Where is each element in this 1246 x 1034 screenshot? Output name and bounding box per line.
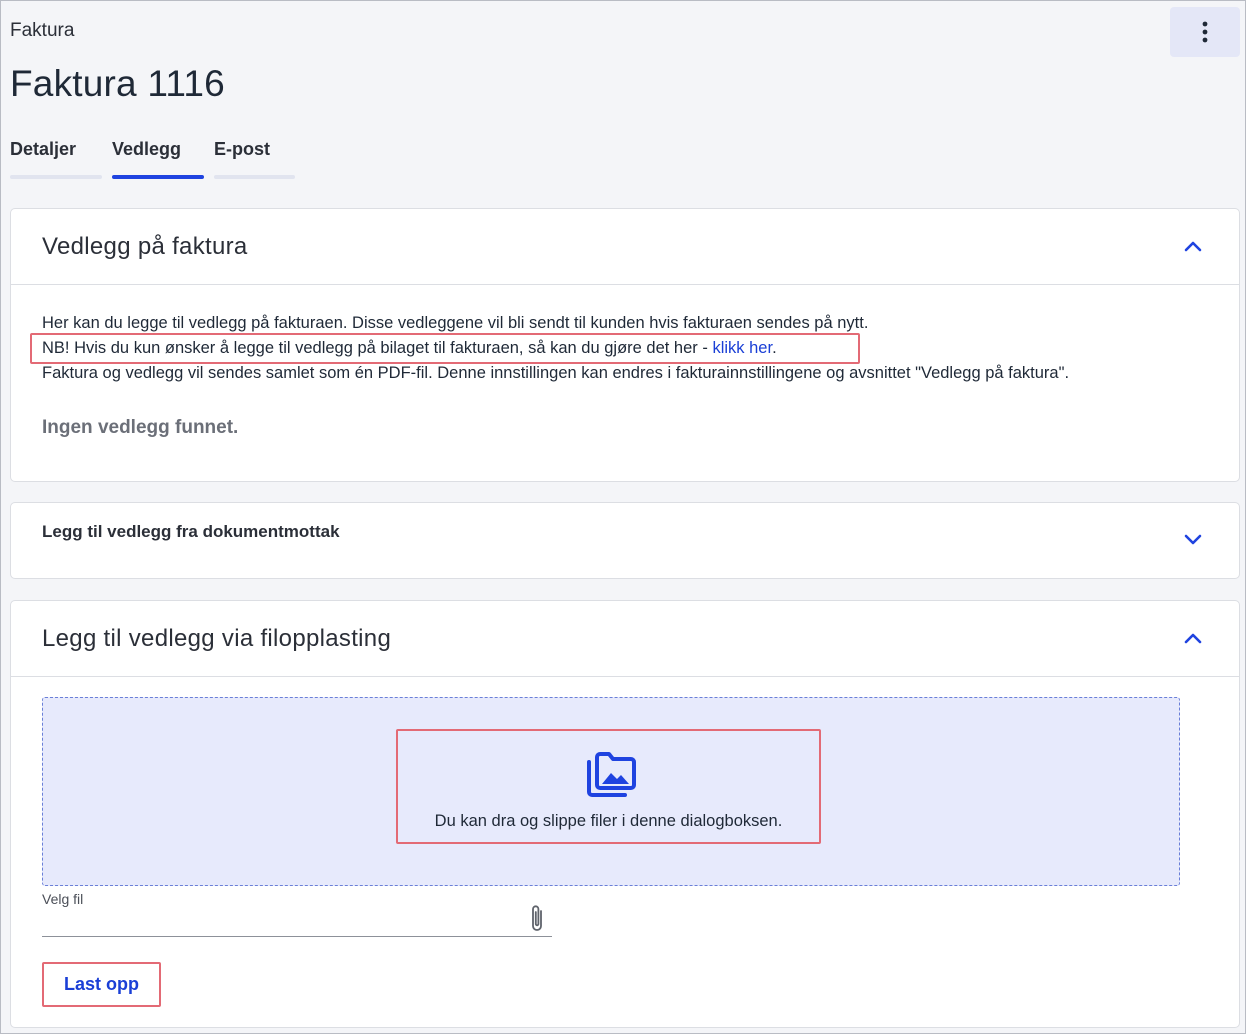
breadcrumb[interactable]: Faktura bbox=[10, 20, 74, 42]
file-upload-card: Legg til vedlegg via filopplasting Du ka… bbox=[10, 600, 1240, 1028]
tab-underline bbox=[214, 175, 295, 179]
click-here-link[interactable]: klikk her bbox=[712, 339, 772, 357]
vertical-dots-icon bbox=[1202, 21, 1208, 43]
page-title: Faktura 1116 bbox=[10, 63, 225, 104]
tab-label: Detaljer bbox=[10, 139, 77, 159]
empty-state-text: Ingen vedlegg funnet. bbox=[42, 417, 239, 438]
tab-underline bbox=[10, 175, 102, 179]
file-input-underline bbox=[42, 936, 552, 937]
image-folder-icon bbox=[587, 752, 636, 797]
file-input[interactable] bbox=[42, 909, 522, 933]
card-title: Legg til vedlegg via filopplasting bbox=[42, 625, 392, 652]
paperclip-icon[interactable] bbox=[527, 902, 547, 934]
file-upload-card-header[interactable]: Legg til vedlegg via filopplasting bbox=[11, 601, 1239, 677]
app-frame: Faktura Faktura 1116 Detaljer Vedlegg E-… bbox=[0, 0, 1246, 1034]
chevron-down-icon[interactable] bbox=[1183, 532, 1203, 546]
info-line-1: Her kan du legge til vedlegg på fakturae… bbox=[42, 314, 869, 332]
tab-vedlegg[interactable]: Vedlegg bbox=[112, 139, 204, 179]
info-line-3: Faktura og vedlegg vil sendes samlet som… bbox=[42, 364, 1070, 382]
tab-label: E-post bbox=[214, 139, 270, 159]
chevron-up-icon[interactable] bbox=[1183, 239, 1203, 253]
tab-detaljer[interactable]: Detaljer bbox=[10, 139, 102, 179]
info-line-2-period: . bbox=[772, 339, 777, 357]
file-input-label: Velg fil bbox=[42, 891, 84, 907]
tab-label: Vedlegg bbox=[112, 139, 182, 159]
tab-e-post[interactable]: E-post bbox=[214, 139, 295, 179]
info-line-2: NB! Hvis du kun ønsker å legge til vedle… bbox=[42, 339, 777, 358]
tab-underline-active bbox=[112, 175, 204, 179]
dropzone-text: Du kan dra og slippe filer i denne dialo… bbox=[434, 812, 783, 830]
chevron-up-icon[interactable] bbox=[1183, 631, 1203, 645]
attachments-card-header[interactable]: Vedlegg på faktura bbox=[11, 209, 1239, 285]
more-options-button[interactable] bbox=[1170, 7, 1240, 57]
attachments-card: Vedlegg på faktura Her kan du legge til … bbox=[10, 208, 1240, 482]
upload-button[interactable]: Last opp bbox=[42, 962, 161, 1007]
info-line-2-text: NB! Hvis du kun ønsker å legge til vedle… bbox=[42, 339, 713, 357]
card-title: Legg til vedlegg fra dokumentmottak bbox=[42, 522, 340, 541]
document-inbox-card[interactable]: Legg til vedlegg fra dokumentmottak bbox=[10, 502, 1240, 579]
file-dropzone[interactable]: Du kan dra og slippe filer i denne dialo… bbox=[42, 697, 1180, 886]
card-title: Vedlegg på faktura bbox=[42, 233, 248, 260]
